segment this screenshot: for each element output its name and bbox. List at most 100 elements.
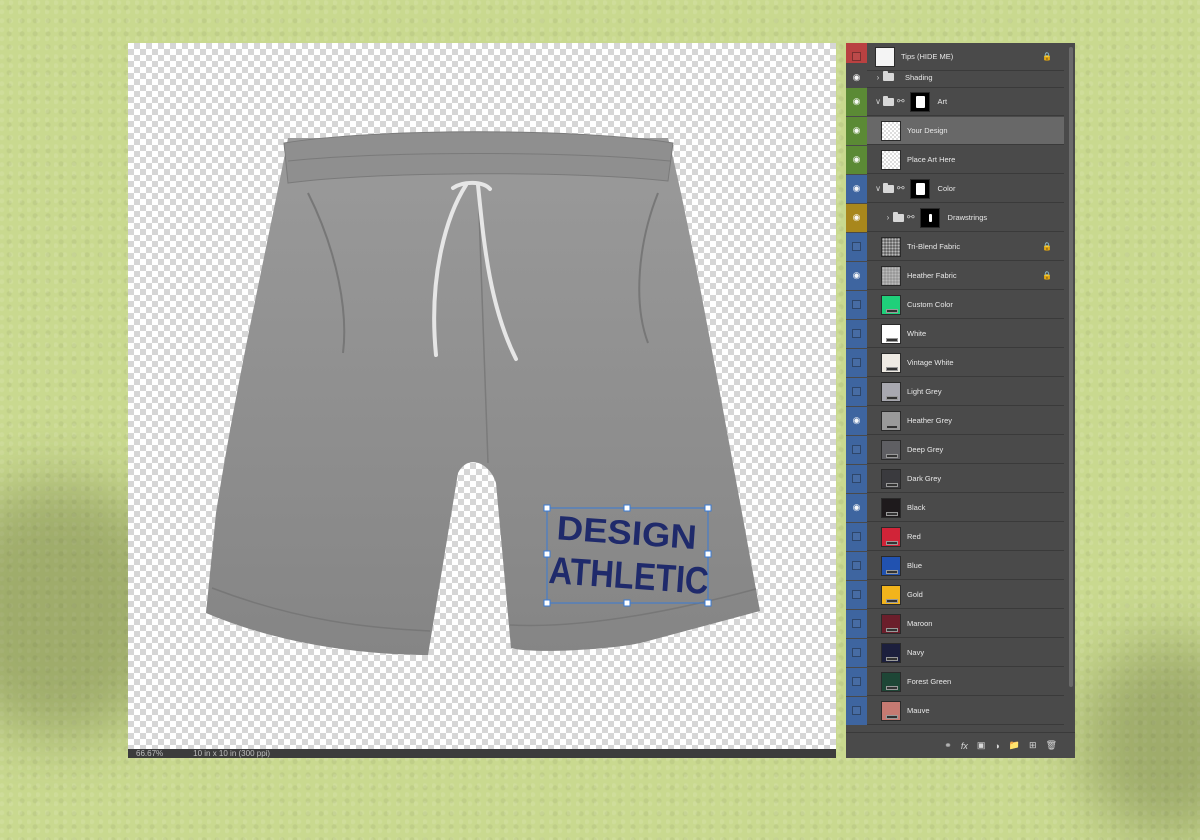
layer-name: Your Design <box>907 126 948 135</box>
layer-thumbnail[interactable] <box>881 584 901 605</box>
delete-layer-icon[interactable]: 🗑 <box>1046 740 1057 751</box>
layer-thumbnail[interactable] <box>881 265 901 286</box>
layer-mask-thumbnail[interactable] <box>909 91 930 112</box>
visibility-toggle[interactable] <box>846 580 867 609</box>
layer-row[interactable]: ◉ Heather Grey <box>846 406 1064 435</box>
visibility-toggle[interactable] <box>846 232 867 261</box>
layer-thumbnail[interactable] <box>881 323 901 344</box>
layer-row[interactable]: Gold <box>846 580 1064 609</box>
layer-row[interactable]: ◉ Place Art Here <box>846 145 1064 174</box>
layer-thumbnail[interactable] <box>881 642 901 663</box>
folder-icon <box>883 71 894 81</box>
layers-panel-footer: ⚭ fx ▣ ◑ 📁 ⊞ 🗑 <box>846 732 1075 758</box>
layer-name: Gold <box>907 590 923 599</box>
visibility-toggle[interactable] <box>846 667 867 696</box>
mask-link-icon[interactable]: ⚯ <box>897 183 905 194</box>
layer-thumbnail[interactable] <box>881 120 901 141</box>
visibility-toggle[interactable] <box>846 290 867 319</box>
mask-link-icon[interactable]: ⚯ <box>897 96 905 107</box>
mask-link-icon[interactable]: ⚯ <box>907 212 915 223</box>
layer-thumbnail[interactable] <box>881 149 901 170</box>
layer-mask-thumbnail[interactable] <box>909 178 930 199</box>
layer-row[interactable]: Blue <box>846 551 1064 580</box>
chevron-down-icon[interactable]: ∨ <box>873 97 883 106</box>
layer-thumbnail[interactable] <box>881 352 901 373</box>
layer-thumbnail[interactable] <box>881 381 901 402</box>
hidden-box-icon <box>852 387 861 396</box>
layer-name: Shading <box>905 72 933 82</box>
layer-thumbnail[interactable] <box>881 439 901 460</box>
layer-row[interactable]: ◉ ∨ ⚯ Color <box>846 174 1064 203</box>
visibility-toggle[interactable] <box>846 551 867 580</box>
layer-row[interactable]: ◉ › Shading <box>846 63 1064 91</box>
layer-name: Dark Grey <box>907 474 942 483</box>
layer-thumbnail[interactable] <box>881 294 901 315</box>
layer-row[interactable]: ◉ Black <box>846 493 1064 522</box>
document-info[interactable]: 10 in x 10 in (300 ppi) <box>193 749 270 758</box>
layers-scrollbar[interactable] <box>1069 47 1073 687</box>
layer-row[interactable]: Navy <box>846 638 1064 667</box>
layer-row[interactable]: ◉ › ⚯ Drawstrings <box>846 203 1064 232</box>
visibility-toggle[interactable] <box>846 522 867 551</box>
layer-row[interactable]: ◉ Heather Fabric 🔒 <box>846 261 1064 290</box>
visibility-toggle[interactable]: ◉ <box>846 87 867 116</box>
chevron-right-icon[interactable]: › <box>883 213 893 222</box>
visibility-toggle[interactable] <box>846 435 867 464</box>
eye-icon: ◉ <box>852 502 861 512</box>
visibility-toggle[interactable] <box>846 696 867 725</box>
chevron-right-icon[interactable]: › <box>873 73 883 82</box>
visibility-toggle[interactable] <box>846 319 867 348</box>
layer-thumbnail[interactable] <box>881 497 901 518</box>
layer-thumbnail[interactable] <box>881 236 901 257</box>
hidden-box-icon <box>852 358 861 367</box>
layer-row[interactable]: Custom Color <box>846 290 1064 319</box>
eye-icon: ◉ <box>852 154 861 164</box>
visibility-toggle[interactable]: ◉ <box>846 203 867 232</box>
layer-row[interactable]: Red <box>846 522 1064 551</box>
layer-thumbnail[interactable] <box>881 555 901 576</box>
your-design-artwork[interactable]: DESIGN ATHLETIC <box>547 509 712 603</box>
layer-mask-thumbnail[interactable] <box>919 207 940 228</box>
layer-thumbnail[interactable] <box>881 700 901 721</box>
eye-icon: ◉ <box>852 415 861 425</box>
document-canvas[interactable]: DESIGN ATHLETIC 66.67% 10 in x 10 in (30… <box>128 43 836 758</box>
layer-thumbnail[interactable] <box>881 410 901 431</box>
layer-thumbnail[interactable] <box>881 468 901 489</box>
visibility-toggle[interactable]: ◉ <box>846 116 867 145</box>
layer-row[interactable]: Maroon <box>846 609 1064 638</box>
visibility-toggle[interactable]: ◉ <box>846 261 867 290</box>
visibility-toggle[interactable] <box>846 464 867 493</box>
eye-icon: ◉ <box>852 270 861 280</box>
zoom-level[interactable]: 66.67% <box>136 749 163 758</box>
layer-thumbnail[interactable] <box>881 671 901 692</box>
visibility-toggle[interactable]: ◉ <box>846 406 867 435</box>
layer-row[interactable]: Dark Grey <box>846 464 1064 493</box>
visibility-toggle[interactable]: ◉ <box>846 174 867 203</box>
add-mask-icon[interactable]: ▣ <box>977 740 986 751</box>
visibility-toggle[interactable] <box>846 348 867 377</box>
fx-icon[interactable]: fx <box>961 741 968 751</box>
layer-row[interactable]: Light Grey <box>846 377 1064 406</box>
visibility-toggle[interactable]: ◉ <box>846 145 867 174</box>
layer-row[interactable]: White <box>846 319 1064 348</box>
layer-row[interactable]: ◉ ∨ ⚯ Art <box>846 87 1064 116</box>
layer-thumbnail[interactable] <box>875 46 895 67</box>
layer-row[interactable]: ◉ Your Design <box>846 116 1064 145</box>
layer-row[interactable]: Mauve <box>846 696 1064 725</box>
new-group-icon[interactable]: 📁 <box>1009 740 1020 751</box>
layer-row[interactable]: Vintage White <box>846 348 1064 377</box>
new-layer-icon[interactable]: ⊞ <box>1029 740 1037 751</box>
adjustment-layer-icon[interactable]: ◑ <box>994 741 999 751</box>
layer-thumbnail[interactable] <box>881 526 901 547</box>
layer-name: Mauve <box>907 706 930 715</box>
layer-row[interactable]: Deep Grey <box>846 435 1064 464</box>
link-layers-icon[interactable]: ⚭ <box>944 740 952 751</box>
visibility-toggle[interactable]: ◉ <box>846 493 867 522</box>
layer-row[interactable]: Forest Green <box>846 667 1064 696</box>
layer-row[interactable]: Tri-Blend Fabric 🔒 <box>846 232 1064 261</box>
visibility-toggle[interactable] <box>846 609 867 638</box>
layer-thumbnail[interactable] <box>881 613 901 634</box>
visibility-toggle[interactable] <box>846 638 867 667</box>
visibility-toggle[interactable] <box>846 377 867 406</box>
chevron-down-icon[interactable]: ∨ <box>873 184 883 193</box>
